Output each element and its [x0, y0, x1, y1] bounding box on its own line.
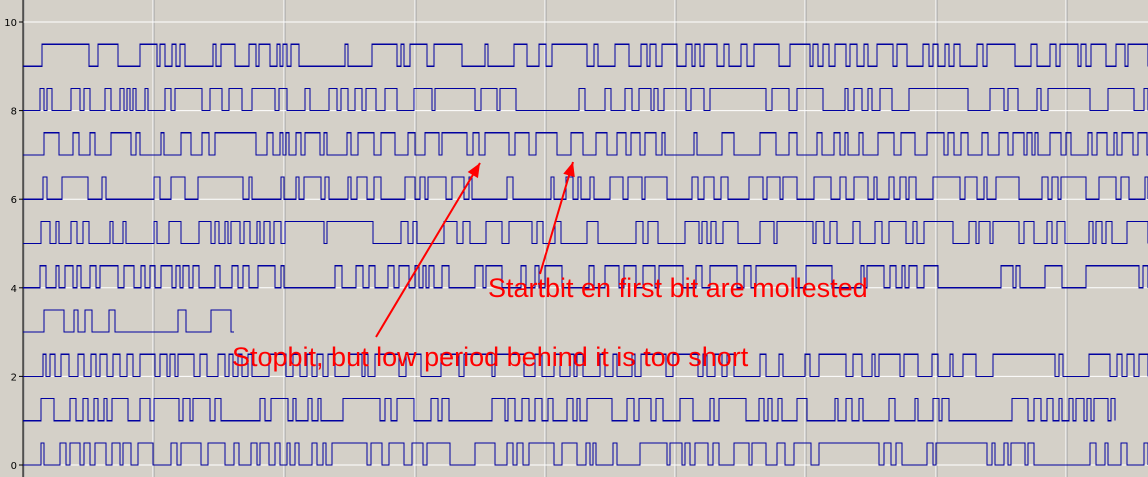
- y-tick-label: 8: [11, 107, 17, 118]
- y-tick-label: 10: [4, 18, 17, 29]
- y-tick-label: 2: [11, 372, 17, 383]
- y-tick-label: 4: [11, 284, 17, 295]
- waveform-chart: 0 2 4 6 8 10 Startbit en first bit are molles…: [4, 0, 1148, 477]
- logic-analyzer-plot: 0 2 4 6 8 10 Startbit en first bit are molles…: [0, 0, 1148, 477]
- y-tick-label: 6: [11, 195, 17, 206]
- annotation-stopbit: Stopbit, but low period behind it is too…: [232, 342, 749, 372]
- y-axis: 0 2 4 6 8 10: [4, 0, 24, 477]
- annotation-startbit: Startbit en first bit are mollested: [488, 273, 868, 303]
- y-tick-label: 0: [11, 461, 17, 472]
